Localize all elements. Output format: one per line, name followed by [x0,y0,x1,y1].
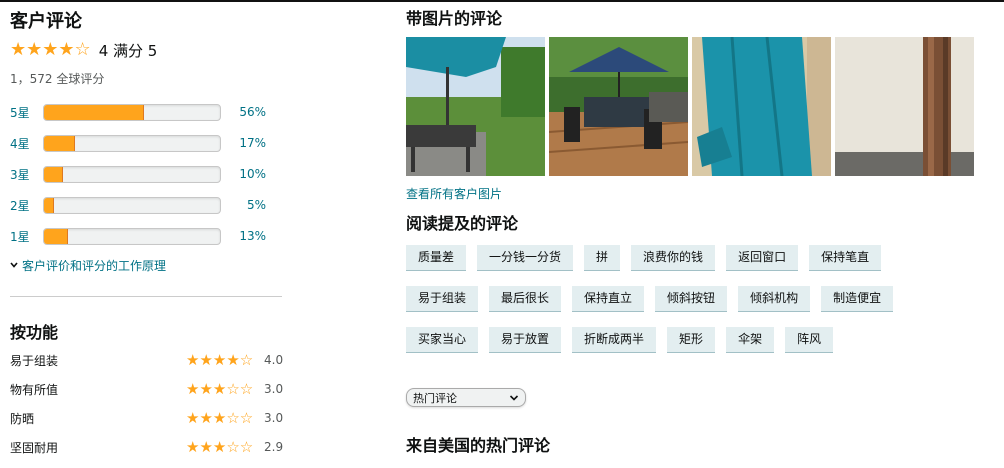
histogram-bar[interactable] [43,227,221,245]
feature-stars-icon: ★★★☆☆ [186,380,254,398]
histogram-star-label[interactable]: 1星 [10,228,43,245]
feature-rating-row: 防晒 ★★★☆☆ 3.0 [10,408,290,428]
histogram-bar-fill [44,228,68,244]
mention-chip[interactable]: 最后很长 [489,286,562,312]
mention-chip[interactable]: 矩形 [667,327,716,353]
histogram-percent[interactable]: 13% [221,229,266,243]
global-rating-count: 1，572 全球评分 [10,72,105,86]
feature-stars-icon: ★★★★☆ [186,351,254,369]
features-title: 按功能 [10,323,59,342]
histogram-bar-fill [44,104,144,120]
review-photo-umbrella-lawn[interactable] [406,37,545,176]
mention-chip[interactable]: 易于组装 [406,286,479,312]
histogram-percent[interactable]: 10% [221,167,266,181]
see-all-photos-link[interactable]: 查看所有客户图片 [406,185,996,201]
histogram-row[interactable]: 5星 56% [10,102,290,122]
mention-chip[interactable]: 质量差 [406,245,467,271]
reviews-main: 带图片的评论 查看所有客户图片 阅读提及的评论 质量差 一分钱一分货 拼 浪费你… [406,8,996,457]
histogram-percent[interactable]: 5% [221,198,266,212]
chevron-down-icon [10,262,18,268]
review-photo-rusty-pole[interactable] [835,37,974,176]
histogram-bar[interactable] [43,165,221,183]
histogram-row[interactable]: 3星 10% [10,164,290,184]
histogram-star-label[interactable]: 5星 [10,104,43,121]
feature-value: 4.0 [264,353,284,367]
feature-ratings-list: 易于组装 ★★★★☆ 4.0 物有所值 ★★★☆☆ 3.0 防晒 ★★★☆☆ 3.0 坚固耐用 ★★… [10,350,290,457]
divider [10,296,282,297]
histogram-bar[interactable] [43,103,221,121]
how-ratings-work-link[interactable]: 客户评价和评分的工作原理 [10,256,290,274]
feature-rating-row: 易于组装 ★★★★☆ 4.0 [10,350,290,370]
ratings-panel: 客户评论 ★★★★☆ 4 满分 5 1，572 全球评分 5星 56% 4星 17% 3… [10,10,290,457]
histogram-star-label[interactable]: 3星 [10,166,43,183]
feature-name: 防晒 [10,411,35,426]
average-rating-text: 4 满分 5 [98,41,158,60]
mention-chips: 质量差 一分钱一分货拼浪费你的钱 返回窗口 保持笔直易于组装 最后很长 保持直立 倾斜按钮倾… [406,245,966,368]
feature-name: 物有所值 [10,382,59,397]
mention-chip[interactable]: 浪费你的钱 [631,245,716,271]
mentions-title: 阅读提及的评论 [406,214,519,233]
mention-chip[interactable]: 折断成两半 [572,327,657,353]
top-border [0,0,1004,2]
histogram-bar[interactable] [43,134,221,152]
top-reviews-title: 来自美国的热门评论 [406,436,551,455]
histogram-percent[interactable]: 56% [221,105,266,119]
mention-chip[interactable]: 买家当心 [406,327,479,353]
mention-chip[interactable]: 一分钱一分货 [477,245,574,271]
mention-chip[interactable]: 制造便宜 [821,286,894,312]
histogram-row[interactable]: 4星 17% [10,133,290,153]
mention-chip[interactable]: 拼 [584,245,621,271]
feature-name: 坚固耐用 [10,440,59,455]
review-photo-patio-deck[interactable] [549,37,688,176]
average-stars-icon: ★★★★☆ [10,39,91,60]
how-ratings-work-text: 客户评价和评分的工作原理 [22,258,167,273]
histogram-star-label[interactable]: 2星 [10,197,43,214]
mention-chip[interactable]: 易于放置 [489,327,562,353]
histogram-bar-fill [44,135,75,151]
mention-chip[interactable]: 阵风 [785,327,834,353]
histogram-bar-fill [44,197,54,213]
histogram-row[interactable]: 2星 5% [10,195,290,215]
mention-chip[interactable]: 倾斜机构 [738,286,811,312]
reviews-title: 客户评论 [10,11,82,32]
mention-chip[interactable]: 返回窗口 [726,245,799,271]
feature-rating-row: 坚固耐用 ★★★☆☆ 2.9 [10,437,290,457]
mention-chip[interactable]: 保持笔直 [809,245,882,271]
feature-stars-icon: ★★★☆☆ [186,409,254,427]
feature-value: 3.0 [264,382,284,396]
mention-chip[interactable]: 倾斜按钮 [655,286,728,312]
rating-histogram: 5星 56% 4星 17% 3星 10% 2星 5% 1星 13% [10,102,290,246]
histogram-bar-fill [44,166,63,182]
histogram-bar[interactable] [43,196,221,214]
mention-chip[interactable]: 保持直立 [572,286,645,312]
sort-select[interactable]: 热门评论 [406,388,526,407]
feature-name: 易于组装 [10,353,59,368]
feature-value: 3.0 [264,411,284,425]
sort-selected-label: 热门评论 [413,391,457,405]
histogram-row[interactable]: 1星 13% [10,226,290,246]
histogram-percent[interactable]: 17% [221,136,266,150]
average-rating[interactable]: ★★★★☆ 4 满分 5 [10,40,290,60]
feature-rating-row: 物有所值 ★★★☆☆ 3.0 [10,379,290,399]
photo-reviews-title: 带图片的评论 [406,9,503,28]
feature-value: 2.9 [264,440,284,454]
photo-strip [406,37,996,176]
review-photo-umbrella-fabric[interactable] [692,37,831,176]
mention-chip[interactable]: 伞架 [726,327,775,353]
histogram-star-label[interactable]: 4星 [10,135,43,152]
feature-stars-icon: ★★★☆☆ [186,438,254,456]
chevron-down-icon [509,394,519,401]
